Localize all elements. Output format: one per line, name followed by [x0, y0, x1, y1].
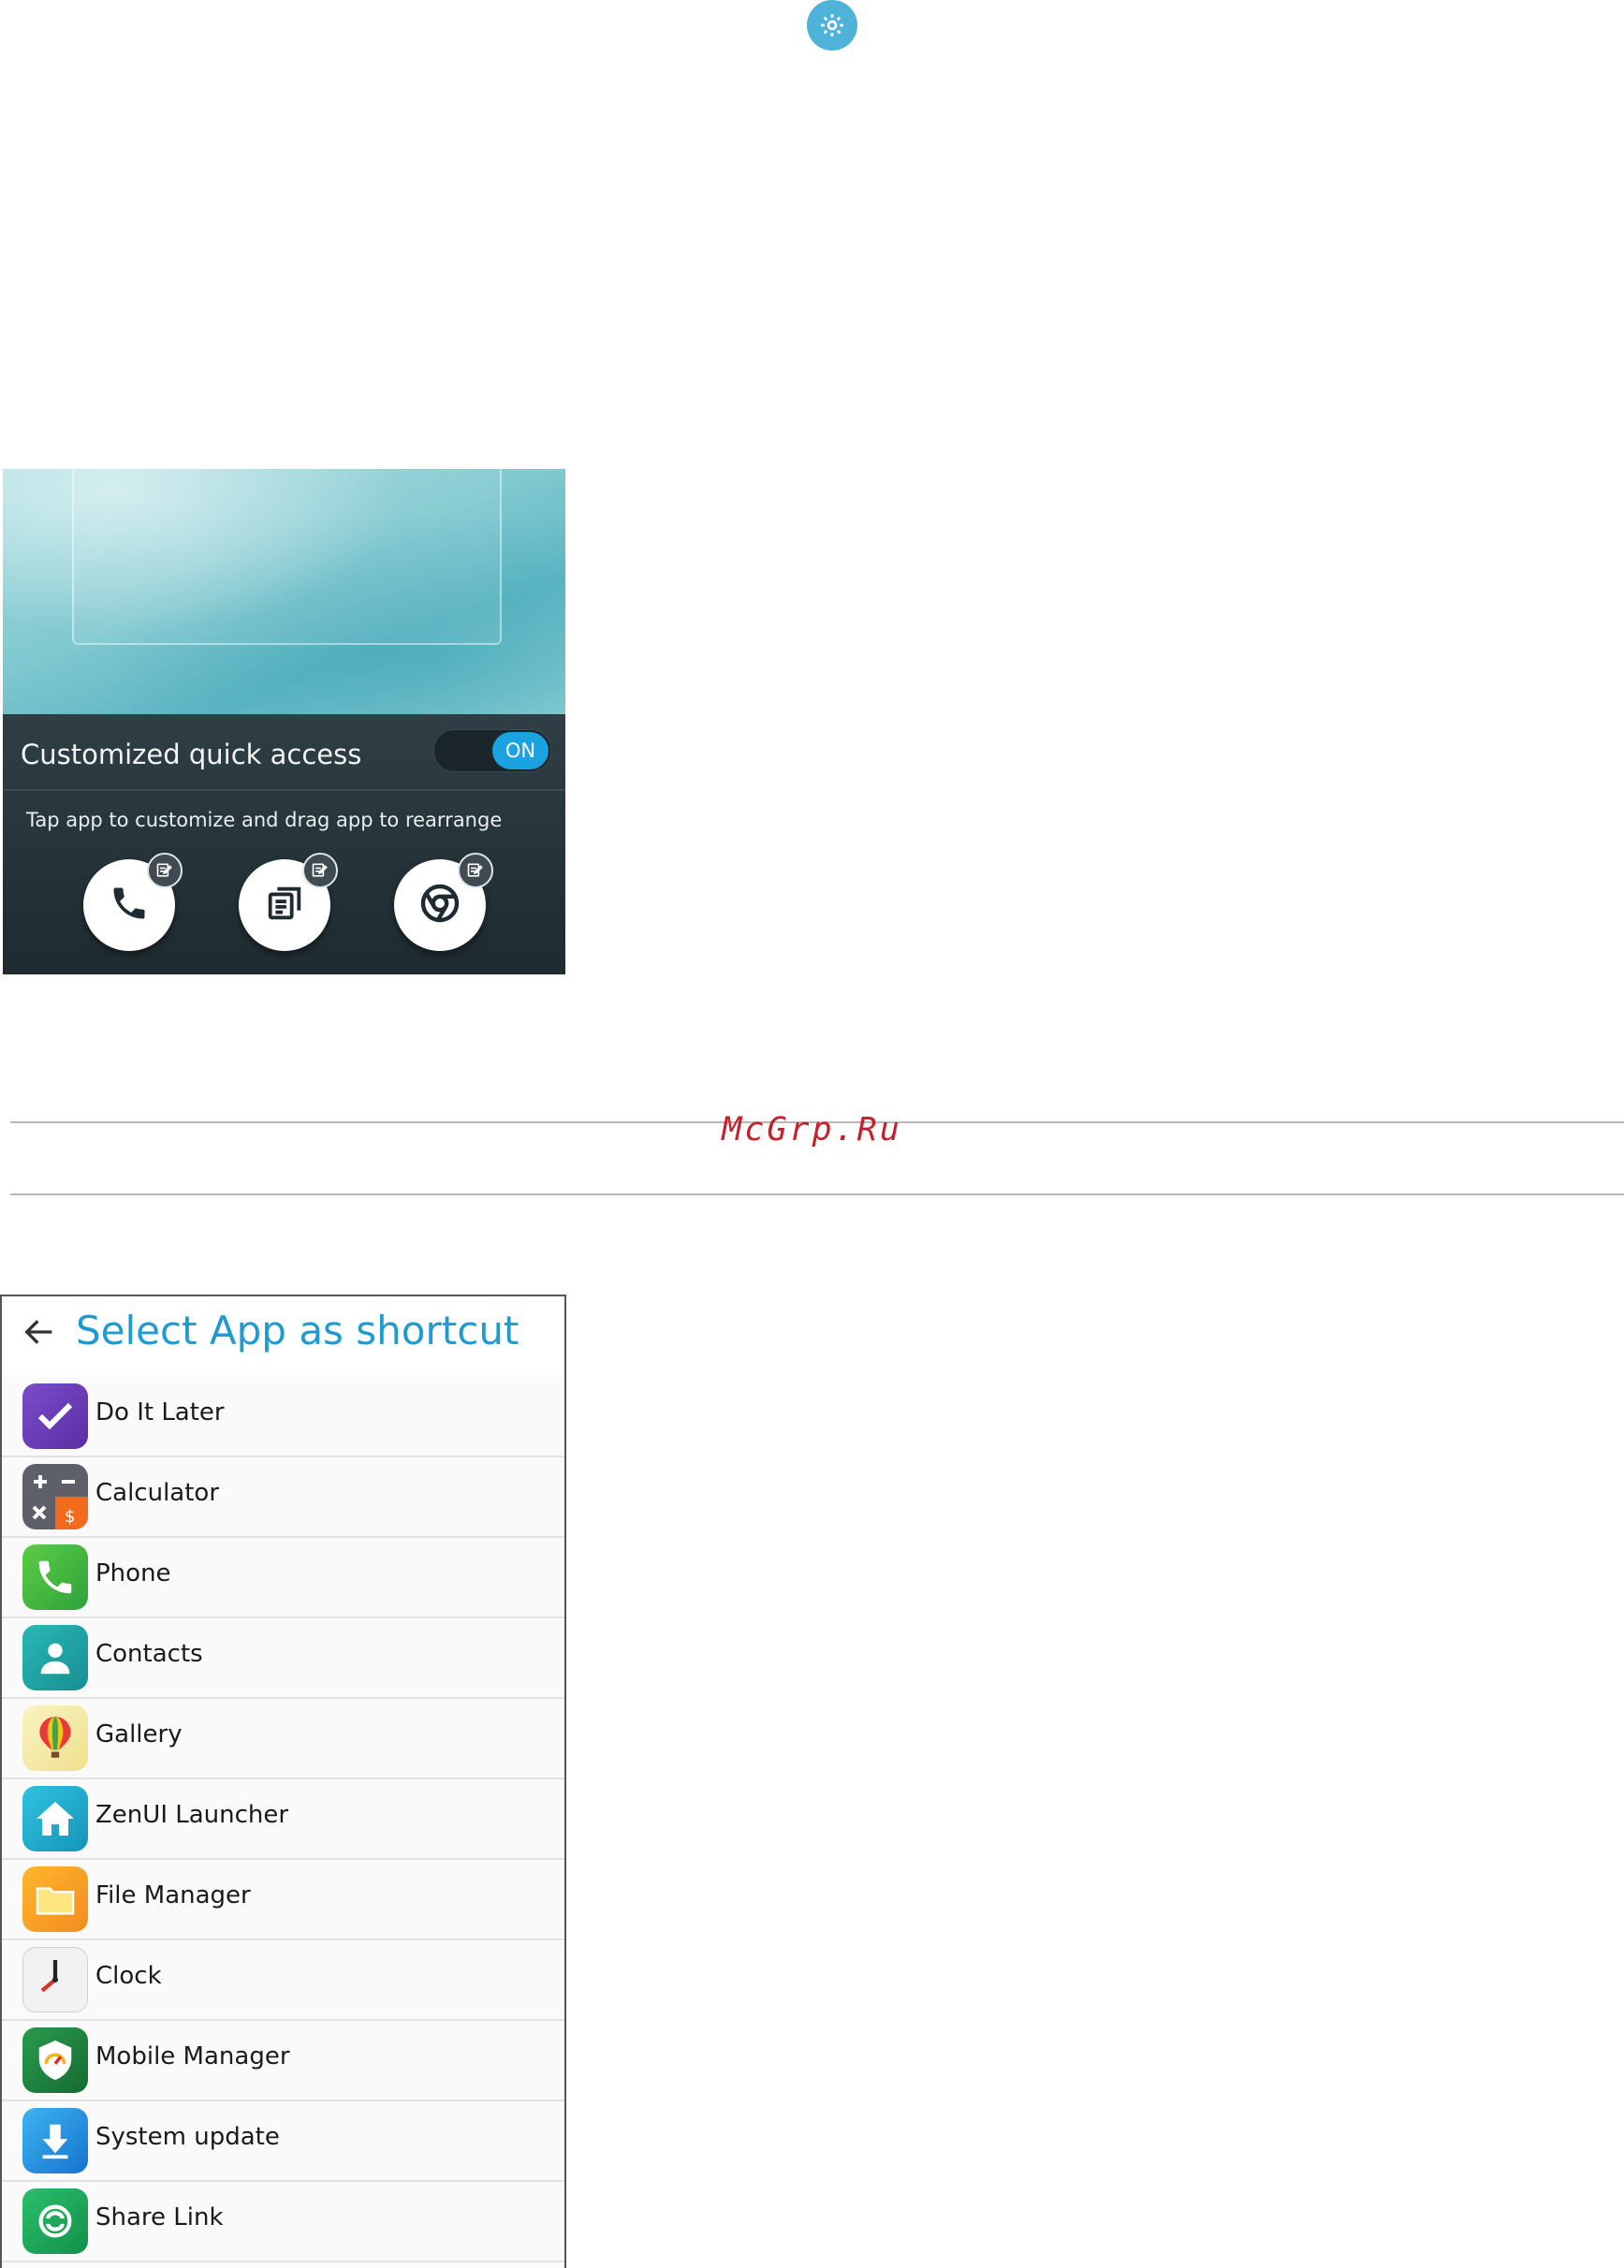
phone-icon	[109, 883, 150, 928]
select-app-screenshot: Select App as shortcut Do It Later $ Cal…	[0, 1295, 566, 2268]
list-item[interactable]: $ Calculator	[2, 1457, 564, 1538]
do-it-later-icon	[22, 1383, 88, 1449]
quick-access-screenshot: Customized quick access ON Tap app to cu…	[3, 469, 565, 974]
edit-icon[interactable]	[147, 853, 183, 888]
quick-access-hint: Tap app to customize and drag app to rea…	[26, 809, 503, 831]
divider	[3, 789, 565, 791]
chrome-icon	[417, 881, 462, 929]
quick-access-toggle[interactable]: ON	[433, 729, 551, 772]
list-item[interactable]: Phone	[2, 1538, 564, 1618]
wallpaper	[3, 469, 565, 714]
app-label: Share Link	[95, 2203, 224, 2231]
launcher-icon	[22, 1786, 88, 1851]
share-link-icon	[22, 2188, 88, 2254]
phone-icon	[22, 1544, 88, 1610]
app-label: Contacts	[95, 1640, 203, 1668]
list-item[interactable]: Contacts	[2, 1618, 564, 1699]
app-label: System update	[95, 2123, 280, 2151]
edit-icon[interactable]	[458, 853, 493, 888]
app-label: File Manager	[95, 1881, 251, 1910]
edit-icon[interactable]	[302, 853, 338, 888]
messaging-icon	[263, 882, 306, 929]
app-label: Mobile Manager	[95, 2042, 290, 2070]
app-label: Gallery	[95, 1720, 183, 1749]
app-label: Do It Later	[95, 1398, 225, 1427]
wallpaper-card	[72, 469, 502, 645]
folder-icon	[22, 1866, 88, 1932]
quick-access-title: Customized quick access	[21, 739, 362, 770]
app-list: Do It Later $ Calculator Phone Contacts …	[2, 1377, 564, 2268]
svg-text:$: $	[65, 1507, 75, 1527]
app-label: Clock	[95, 1962, 162, 1990]
contacts-icon	[22, 1625, 88, 1690]
list-item[interactable]: System update	[2, 2101, 564, 2182]
divider	[10, 1193, 1624, 1195]
toggle-on-label: ON	[492, 732, 549, 769]
list-item[interactable]: Clock	[2, 1940, 564, 2021]
gear-icon	[807, 0, 857, 51]
gallery-icon	[22, 1705, 88, 1771]
shield-icon	[22, 2027, 88, 2093]
select-app-header: Select App as shortcut	[2, 1296, 564, 1377]
quick-access-panel: Customized quick access ON Tap app to cu…	[3, 714, 565, 974]
list-item[interactable]: ZenUI Launcher	[2, 1779, 564, 1860]
download-icon	[22, 2108, 88, 2173]
list-item[interactable]	[2, 2262, 564, 2268]
clock-icon	[22, 1947, 88, 2012]
list-item[interactable]: File Manager	[2, 1860, 564, 1940]
calculator-icon: $	[22, 1464, 88, 1529]
list-item[interactable]: Share Link	[2, 2182, 564, 2262]
list-item[interactable]: Mobile Manager	[2, 2021, 564, 2101]
list-item[interactable]: Gallery	[2, 1699, 564, 1779]
app-label: Phone	[95, 1559, 171, 1588]
page-title: Select App as shortcut	[76, 1308, 519, 1353]
app-label: ZenUI Launcher	[95, 1801, 289, 1829]
app-label: Calculator	[95, 1479, 220, 1507]
watermark: McGrp.Ru	[722, 1111, 902, 1149]
list-item[interactable]: Do It Later	[2, 1377, 564, 1457]
back-arrow-icon[interactable]	[21, 1313, 58, 1351]
